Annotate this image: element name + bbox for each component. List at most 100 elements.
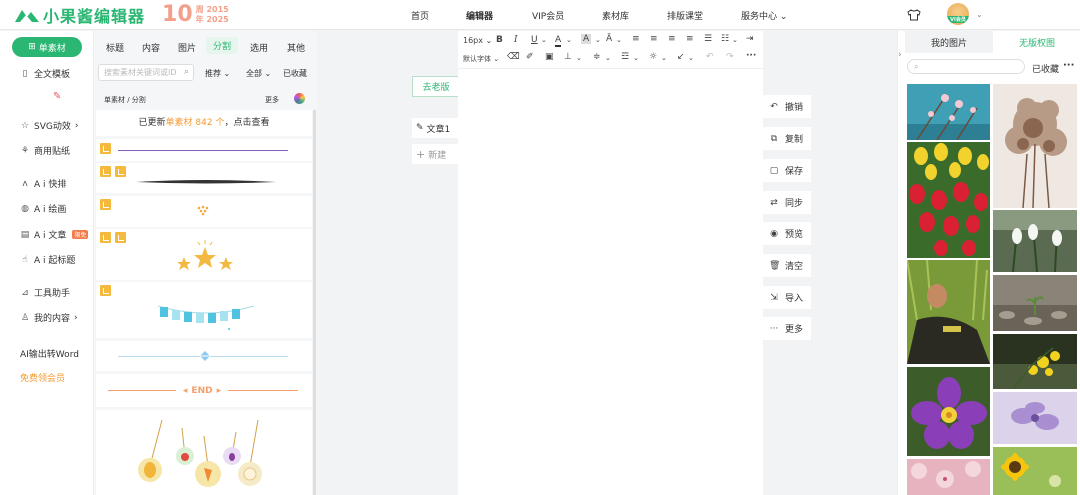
single-material-button[interactable]: ⊞ 单素材 xyxy=(12,37,82,57)
sidebar-item-ai-layout[interactable]: ʌA i 快排 xyxy=(20,177,66,191)
align-center-icon[interactable]: ≡ xyxy=(650,34,658,44)
font-color-icon[interactable]: A xyxy=(555,35,562,47)
undo-button[interactable]: ↶ 撤销 xyxy=(763,95,811,118)
nav-vip[interactable]: VIP会员 xyxy=(532,9,564,22)
photo-pebbles-sprout[interactable] xyxy=(993,275,1077,331)
nav-editor[interactable]: 编辑器 xyxy=(466,9,493,22)
favorites-filter[interactable]: 已收藏 xyxy=(283,68,307,79)
more-icon[interactable]: ··· xyxy=(1063,60,1074,71)
divider-line-icon[interactable]: ⊥ xyxy=(564,52,572,62)
clear-button[interactable]: 🗑︎ 清空 xyxy=(763,254,811,277)
tab-my-images[interactable]: 我的图片 xyxy=(905,31,993,53)
bulb-icon[interactable]: ☼ xyxy=(649,52,657,62)
tab-copyright-free[interactable]: 无版权图 xyxy=(1000,31,1074,53)
sidebar-item-ai-to-word[interactable]: AI输出转Word xyxy=(20,347,79,360)
sidebar-item-ai-title[interactable]: ☝ A i 起标题 xyxy=(20,253,75,267)
panel-scrollbar[interactable] xyxy=(313,110,316,495)
list-icon[interactable]: ☷ xyxy=(721,34,729,44)
photo-dried-flowers[interactable] xyxy=(993,84,1077,208)
tab-other[interactable]: 其他 xyxy=(287,41,305,54)
line-height-icon[interactable]: ☲ xyxy=(621,52,629,62)
underline-icon[interactable]: U xyxy=(531,35,538,45)
chevron-down-icon[interactable]: ⌄ xyxy=(605,54,611,62)
sidebar-item-full-template[interactable]: ▯ 全文模板 xyxy=(20,67,71,81)
chevron-down-icon[interactable]: ⌄ xyxy=(661,54,667,62)
divider-card[interactable]: ◂ END ▸ xyxy=(96,374,312,407)
preview-button[interactable]: ◉ 预览 xyxy=(763,222,811,245)
photo-sunflower[interactable] xyxy=(993,447,1077,495)
font-size-select[interactable]: 16px ⌄ xyxy=(463,36,492,45)
chevron-down-icon[interactable]: ⌄ xyxy=(566,36,572,44)
chevron-down-icon[interactable]: ⌄ xyxy=(633,54,639,62)
new-document-button[interactable]: + 新建 xyxy=(412,144,459,164)
chevron-right-icon[interactable]: › xyxy=(898,50,902,60)
image-search-input[interactable]: ⌕ xyxy=(907,59,1025,74)
chevron-down-icon[interactable]: ⌄ xyxy=(688,54,694,62)
save-button[interactable]: ▢ 保存 xyxy=(763,159,811,182)
search-icon[interactable]: ⌕ xyxy=(184,67,189,77)
recommend-select[interactable]: 推荐 ⌄ xyxy=(205,68,230,79)
highlight-icon[interactable]: A xyxy=(581,34,592,44)
sidebar-item-svg-animation[interactable]: ☆ SVG动效 › xyxy=(20,119,79,133)
old-version-button[interactable]: 去老版 xyxy=(412,76,460,97)
tab-title[interactable]: 标题 xyxy=(106,41,124,54)
avatar[interactable]: VI会员 xyxy=(947,3,969,25)
tab-divider[interactable]: 分割 xyxy=(206,37,238,54)
more-link[interactable]: 更多 xyxy=(265,95,279,105)
sync-button[interactable]: ⇄ 同步 xyxy=(763,191,811,214)
align-left-icon[interactable]: ≡ xyxy=(632,34,640,44)
bold-icon[interactable]: B xyxy=(496,35,503,45)
divider-card[interactable] xyxy=(96,282,312,338)
chevron-down-icon[interactable]: ⌄ xyxy=(576,54,582,62)
more-button[interactable]: ··· 更多 xyxy=(763,317,811,340)
document-tab[interactable]: ✎ 文章1 xyxy=(412,118,459,138)
nav-layout-class[interactable]: 排版课堂 xyxy=(667,9,703,22)
font-family-select[interactable]: 默认字体 ⌄ xyxy=(463,54,499,64)
divider-card[interactable] xyxy=(96,341,312,371)
divider-card[interactable] xyxy=(96,229,312,280)
spacing-icon[interactable]: ≑ xyxy=(593,52,601,62)
photo-pink-blossoms[interactable] xyxy=(907,459,990,495)
align-justify-icon[interactable]: ≡ xyxy=(686,34,694,44)
nav-service[interactable]: 服务中心 ⌄ xyxy=(741,9,787,22)
link-icon[interactable]: ↙ xyxy=(677,52,685,62)
import-button[interactable]: ⇲ 导入 xyxy=(763,286,811,309)
editor-canvas[interactable] xyxy=(458,31,763,495)
copy-button[interactable]: ⧉ 复制 xyxy=(763,127,811,150)
chevron-down-icon[interactable]: ⌄ xyxy=(616,36,622,44)
image-icon[interactable]: ▣ xyxy=(545,52,554,62)
tab-selected[interactable]: 选用 xyxy=(250,41,268,54)
photo-blossoms-sky[interactable] xyxy=(907,84,990,140)
sidebar-item-tools[interactable]: ⊿ 工具助手 xyxy=(20,286,70,300)
eraser-icon[interactable]: ⌫ xyxy=(507,52,520,62)
update-notice[interactable]: 已更新单素材 842 个，点击查看 xyxy=(96,110,312,136)
text-effect-icon[interactable]: Ä xyxy=(606,34,612,44)
chevron-down-icon[interactable]: ⌄ xyxy=(732,36,738,44)
nav-materials[interactable]: 素材库 xyxy=(602,9,629,22)
indent-icon[interactable]: ☰ xyxy=(704,34,712,44)
color-picker-icon[interactable] xyxy=(294,93,305,104)
export-icon[interactable]: ⇥ xyxy=(746,34,754,44)
chevron-down-icon[interactable]: ⌄ xyxy=(976,10,983,19)
sidebar-item-ai-painting[interactable]: ◍ A i 绘画 xyxy=(20,202,66,216)
sidebar-item-stickers[interactable]: ⚘ 商用贴纸 xyxy=(20,144,70,158)
redo-icon[interactable]: ↷ xyxy=(726,52,734,62)
photo-yellow-flowers[interactable] xyxy=(993,334,1077,389)
sidebar-item-my-content[interactable]: ♙ 我的内容 › xyxy=(20,311,78,325)
photo-man-in-grass[interactable] xyxy=(907,260,990,364)
free-vip-link[interactable]: 免费领会员 xyxy=(20,371,65,384)
photo-lilac-flowers[interactable] xyxy=(993,392,1077,444)
divider-card[interactable] xyxy=(96,163,312,193)
tab-content[interactable]: 内容 xyxy=(142,41,160,54)
format-painter-icon[interactable]: ✐ xyxy=(526,52,534,62)
divider-card[interactable] xyxy=(96,196,312,227)
material-search-input[interactable]: 搜索素材关键词或ID xyxy=(98,64,194,81)
shirt-icon[interactable] xyxy=(907,9,921,21)
nav-home[interactable]: 首页 xyxy=(411,9,429,22)
italic-icon[interactable]: I xyxy=(514,35,518,45)
chevron-down-icon[interactable]: ⌄ xyxy=(595,36,601,44)
photo-snowdrops[interactable] xyxy=(993,210,1077,272)
divider-card[interactable] xyxy=(96,410,312,495)
photo-tulips[interactable] xyxy=(907,142,990,258)
more-icon[interactable]: ··· xyxy=(746,51,756,61)
